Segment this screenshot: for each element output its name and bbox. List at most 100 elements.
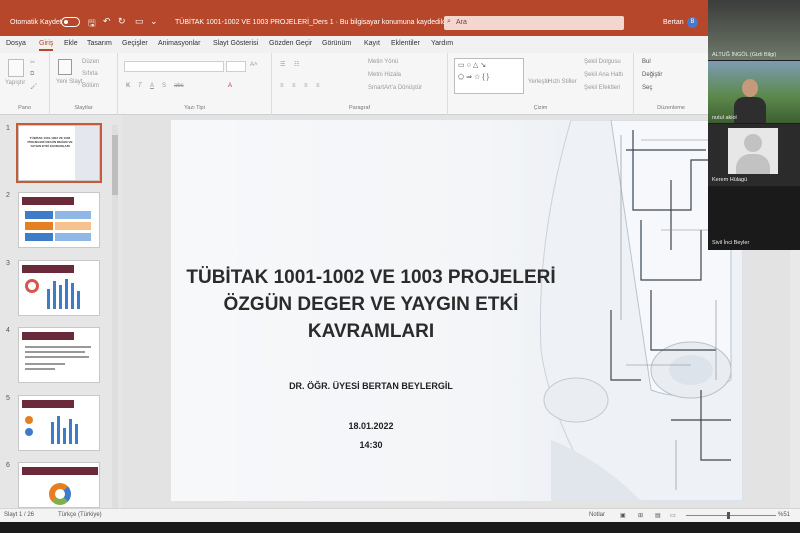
participant-tile-1[interactable]: ALTUĞ İNGÖL (Gizli Bilgi) <box>708 0 800 60</box>
arrange-button[interactable]: Yerleştir <box>528 79 549 85</box>
slide-thumbnail-3[interactable] <box>18 260 100 316</box>
thumb-2-box <box>55 222 91 230</box>
tab-ekle[interactable]: Ekle <box>64 40 78 47</box>
scrollbar-thumb[interactable] <box>112 135 118 195</box>
slide-sorter-icon[interactable]: ⊞ <box>638 512 643 519</box>
thumb-3-bar <box>53 281 56 309</box>
tab-eklentiler[interactable]: Eklentiler <box>391 40 420 47</box>
numbering-icon[interactable]: ☷ <box>294 61 299 68</box>
taskbar-strip <box>0 522 800 533</box>
participant-name: nutul akiol <box>712 115 737 121</box>
avatar[interactable]: B <box>687 17 698 28</box>
thumbnail-scrollbar[interactable] <box>112 125 118 510</box>
slide-thumbnail-4[interactable] <box>18 327 100 383</box>
strikethrough-button[interactable]: abc <box>174 83 184 89</box>
slide-thumbnail-2[interactable] <box>18 192 100 248</box>
bullets-icon[interactable]: ☰ <box>280 61 285 68</box>
slideshow-icon[interactable]: ▭ <box>670 512 676 519</box>
save-icon[interactable]: 🖫 <box>88 16 96 32</box>
tab-gorunum[interactable]: Görünüm <box>322 40 351 47</box>
format-painter-icon[interactable]: 🖌 <box>30 83 38 90</box>
notes-button[interactable]: Notlar <box>589 512 605 518</box>
tab-gecisler[interactable]: Geçişler <box>122 40 148 47</box>
slide-title-line-1[interactable]: TÜBİTAK 1001-1002 VE 1003 PROJELERİ <box>171 267 571 289</box>
tab-animasyonlar[interactable]: Animasyonlar <box>158 40 200 47</box>
section-button[interactable]: Bölüm <box>82 83 99 89</box>
slides-group: Yeni Slayt Düzen Sıfırla Bölüm Slaytlar <box>50 53 118 115</box>
autosave-label: Otomatik Kaydet <box>10 19 62 26</box>
paste-icon[interactable] <box>8 59 24 77</box>
text-direction-button[interactable]: Metin Yönü <box>368 59 398 65</box>
reading-view-icon[interactable]: ▤ <box>655 512 661 519</box>
replace-button[interactable]: Değiştir <box>642 72 662 78</box>
slide-thumbnail-6[interactable] <box>18 462 100 508</box>
participant-name: ALTUĞ İNGÖL (Gizli Bilgi) <box>712 52 777 58</box>
new-slide-button[interactable]: Yeni Slayt <box>56 79 82 85</box>
slide-thumbnail-pane: 1 TÜBİTAK 1001-1002 VE 1003 PROJELERİ ÖZ… <box>0 115 122 510</box>
slide-title-line-2[interactable]: ÖZGÜN DEGER VE YAYGIN ETKİ <box>171 294 571 316</box>
thumb-2-header <box>22 197 74 205</box>
font-color-icon[interactable]: A <box>228 83 232 89</box>
shape-outline-button[interactable]: Şekil Ana Hattı <box>584 72 623 78</box>
thumb-3-bar <box>59 285 62 309</box>
align-center-icon[interactable]: ≡ <box>292 83 296 89</box>
smartart-button[interactable]: SmartArt'a Dönüştür <box>368 85 422 91</box>
zoom-level[interactable]: %51 <box>778 512 790 518</box>
copy-icon[interactable]: ⧉ <box>30 71 34 78</box>
tab-dosya[interactable]: Dosya <box>6 40 26 47</box>
undo-icon[interactable]: ↶ <box>103 16 111 27</box>
grow-font-icon[interactable]: A˄ <box>250 62 258 68</box>
paste-button[interactable]: Yapıştır <box>5 80 25 86</box>
shadow-button[interactable]: S <box>162 83 166 89</box>
search-box[interactable]: ⌕ Ara <box>444 16 624 30</box>
quick-styles-button[interactable]: Hızlı Stiller <box>548 79 577 85</box>
tab-yardim[interactable]: Yardım <box>431 40 453 47</box>
reset-button[interactable]: Sıfırla <box>82 71 98 77</box>
zoom-slider-thumb[interactable] <box>727 512 730 519</box>
normal-view-icon[interactable]: ▣ <box>620 512 626 519</box>
layout-button[interactable]: Düzen <box>82 59 99 65</box>
slide-canvas[interactable]: TÜBİTAK 1001-1002 VE 1003 PROJELERİ ÖZGÜ… <box>171 120 743 501</box>
slide-thumbnail-1[interactable]: TÜBİTAK 1001-1002 VE 1003 PROJELERİ ÖZGÜ… <box>16 123 102 183</box>
font-size-box[interactable] <box>226 61 246 72</box>
slide-editing-area: TÜBİTAK 1001-1002 VE 1003 PROJELERİ ÖZGÜ… <box>122 115 800 508</box>
tab-slayt-gosterisi[interactable]: Slayt Gösterisi <box>213 40 258 47</box>
thumb-5-bar <box>63 428 66 444</box>
slide-time[interactable]: 14:30 <box>171 440 571 450</box>
bold-button[interactable]: K <box>126 83 130 89</box>
slide-thumbnail-5[interactable] <box>18 395 100 451</box>
tab-kayit[interactable]: Kayıt <box>364 40 380 47</box>
customize-qat-icon[interactable]: ⌄ <box>150 16 158 27</box>
justify-icon[interactable]: ≡ <box>316 83 320 89</box>
zoom-slider[interactable] <box>686 515 776 516</box>
slide-author[interactable]: DR. ÖĞR. ÜYESİ BERTAN BEYLERGİL <box>171 381 571 391</box>
cut-icon[interactable]: ✂ <box>30 59 35 66</box>
user-name[interactable]: Bertan <box>663 19 684 26</box>
shape-fill-button[interactable]: Şekil Dolgusu <box>584 59 621 65</box>
underline-button[interactable]: A <box>150 83 154 89</box>
tab-tasarim[interactable]: Tasarım <box>87 40 112 47</box>
find-button[interactable]: Bul <box>642 59 651 65</box>
italic-button[interactable]: T <box>138 83 142 89</box>
slide-date[interactable]: 18.01.2022 <box>171 421 571 431</box>
language-status[interactable]: Türkçe (Türkiye) <box>58 512 102 518</box>
participant-tile-3[interactable]: Kerem Hülagü <box>708 124 800 186</box>
participant-tile-4[interactable]: Sivil İnci Beyler <box>708 187 800 250</box>
tab-gozden-gecir[interactable]: Gözden Geçir <box>269 40 312 47</box>
tab-giris[interactable]: Giriş <box>39 40 54 51</box>
participant-tile-2[interactable]: nutul akiol <box>708 61 800 123</box>
shape-effects-button[interactable]: Şekil Efektleri <box>584 85 620 91</box>
slide-title-line-3[interactable]: KAVRAMLARI <box>171 321 571 343</box>
align-left-icon[interactable]: ≡ <box>280 83 284 89</box>
new-slide-icon[interactable] <box>58 59 72 75</box>
align-right-icon[interactable]: ≡ <box>304 83 308 89</box>
redo-icon[interactable]: ↻ <box>118 16 126 27</box>
font-name-box[interactable] <box>124 61 224 72</box>
select-button[interactable]: Seç <box>642 85 652 91</box>
thumb-5-bar <box>69 419 72 444</box>
participant-name: Sivil İnci Beyler <box>712 240 750 246</box>
autosave-toggle[interactable] <box>61 17 80 27</box>
align-text-button[interactable]: Metni Hizala <box>368 72 401 78</box>
present-icon[interactable]: ▭ <box>135 16 144 27</box>
thumb-6-donut <box>49 483 71 505</box>
